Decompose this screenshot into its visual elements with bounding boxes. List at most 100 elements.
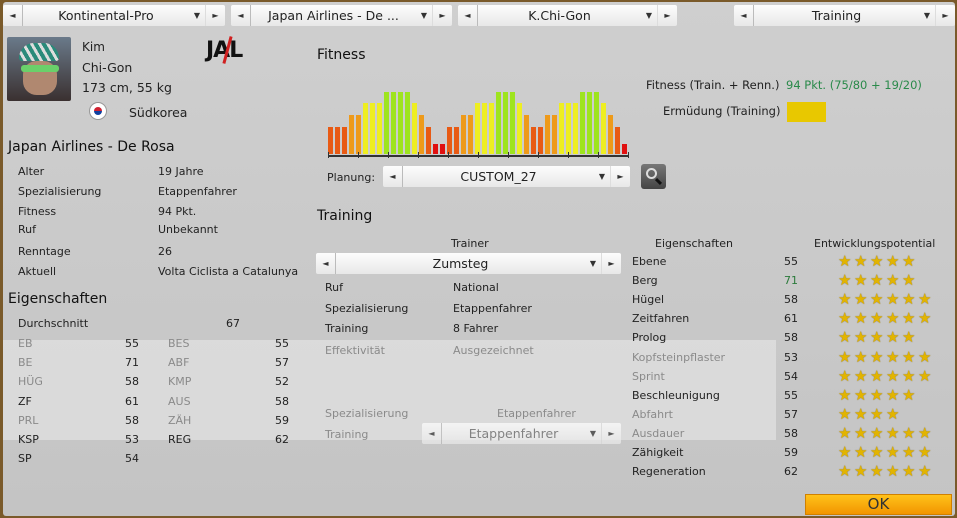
star-icon: ★ (902, 385, 916, 404)
fitness-bar (447, 127, 452, 154)
next-arrow-icon[interactable]: ► (610, 166, 630, 187)
attr-short-value: 71 (125, 356, 139, 370)
chevron-down-icon[interactable]: ▼ (416, 11, 432, 20)
attr-short-value: 57 (275, 356, 289, 370)
star-icon: ★ (838, 347, 852, 366)
next-arrow-icon[interactable]: ► (601, 423, 621, 444)
potential-stars: ★ ★ ★ ★ ★ (838, 273, 918, 288)
star-icon: ★ (854, 404, 868, 423)
star-icon: ★ (886, 309, 900, 328)
star-icon: ★ (838, 423, 852, 442)
fitness-bar (377, 103, 382, 154)
chevron-down-icon[interactable]: ▼ (919, 11, 935, 20)
next-arrow-icon[interactable]: ► (657, 5, 677, 26)
next-arrow-icon[interactable]: ► (205, 5, 225, 26)
attribute-name: Beschleunigung (632, 388, 720, 402)
fitness-bar (412, 103, 417, 154)
potential-stars: ★ ★ ★ ★ ★ (838, 385, 918, 404)
prev-arrow-icon[interactable]: ◄ (231, 5, 251, 26)
star-icon: ★ (902, 328, 916, 347)
chevron-down-icon[interactable]: ▼ (594, 172, 610, 181)
team-name: Japan Airlines - De Rosa (8, 139, 175, 155)
star-icon: ★ (870, 462, 884, 481)
trainer-select[interactable]: ◄ Zumsteg ▼ ► (316, 253, 621, 274)
next-arrow-icon[interactable]: ► (601, 253, 621, 274)
fitness-bar (482, 103, 487, 154)
top-selector-3[interactable]: ◄ Training ▼ ► (734, 5, 955, 26)
training-title: Training (317, 208, 373, 224)
star-icon: ★ (838, 443, 852, 461)
star-icon: ★ (854, 462, 868, 481)
attribute-name: Regeneration (632, 465, 706, 479)
star-icon: ★ (838, 366, 852, 385)
fitness-bar (510, 92, 515, 154)
top-selector-0[interactable]: ◄ Kontinental-Pro ▼ ► (3, 5, 225, 26)
trainer-info-label: Training (325, 322, 369, 335)
star-icon: ★ (870, 423, 884, 442)
attr-short-label: HÜG (18, 375, 43, 389)
chart-tick (508, 152, 509, 158)
star-icon: ★ (918, 290, 932, 309)
star-icon: ★ (902, 290, 916, 309)
training-type-select[interactable]: ◄ Etappenfahrer ▼ ► (422, 423, 621, 444)
star-icon: ★ (870, 347, 884, 366)
fitness-bar (489, 103, 494, 154)
fitness-bar (496, 92, 501, 154)
attribute-name: Kopfsteinpflaster (632, 350, 726, 364)
fitness-bar (384, 92, 389, 154)
star-icon: ★ (918, 366, 932, 385)
info-label: Spezialisierung (18, 185, 102, 198)
attr-short-label: BES (168, 337, 190, 350)
average-label: Durchschnitt (18, 317, 89, 330)
info-value: 19 Jahre (158, 165, 204, 178)
info-label: Renntage (18, 245, 71, 258)
trainer-info-value: Etappenfahrer (453, 302, 532, 315)
attribute-name: Prolog (632, 331, 667, 345)
prev-arrow-icon[interactable]: ◄ (3, 5, 23, 26)
planning-select[interactable]: ◄ CUSTOM_27 ▼ ► (383, 166, 630, 187)
spec-label: Spezialisierung (325, 407, 409, 420)
chevron-down-icon[interactable]: ▼ (585, 259, 601, 268)
attr-short-value: 54 (125, 452, 139, 466)
chevron-down-icon[interactable]: ▼ (585, 429, 601, 438)
fitness-bar (615, 127, 620, 154)
attr-short-label: EB (18, 337, 33, 350)
top-selector-1[interactable]: ◄ Japan Airlines - De ... ▼ ► (231, 5, 452, 26)
prev-arrow-icon[interactable]: ◄ (316, 253, 336, 274)
fitness-total-label: Fitness (Train. + Renn.) (646, 78, 780, 92)
info-value: Volta Ciclista a Catalunya (158, 265, 299, 278)
attribute-value: 58 (784, 293, 798, 307)
chevron-down-icon[interactable]: ▼ (641, 11, 657, 20)
top-selector-2[interactable]: ◄ K.Chi-Gon ▼ ► (458, 5, 677, 26)
chevron-down-icon[interactable]: ▼ (189, 11, 205, 20)
star-icon: ★ (902, 252, 916, 270)
fitness-bar (566, 103, 571, 154)
chart-tick (478, 152, 479, 158)
next-arrow-icon[interactable]: ► (935, 5, 955, 26)
rider-portrait (7, 37, 71, 101)
fitness-bar (328, 127, 333, 154)
ok-button[interactable]: OK (805, 494, 952, 515)
star-icon: ★ (886, 290, 900, 309)
fitness-bar (349, 115, 354, 154)
attribute-name: Abfahrt (632, 407, 673, 421)
fitness-title: Fitness (317, 47, 366, 63)
star-icon: ★ (886, 252, 900, 270)
prev-arrow-icon[interactable]: ◄ (383, 166, 403, 187)
chart-tick (358, 152, 359, 158)
attr-short-label: ABF (168, 356, 190, 370)
prev-arrow-icon[interactable]: ◄ (734, 5, 754, 26)
attr-short-label: ZF (18, 394, 32, 408)
planning-label: Planung: (327, 171, 376, 184)
chart-tick (568, 152, 569, 158)
attr-short-value: 58 (125, 413, 139, 427)
star-icon: ★ (838, 290, 852, 309)
zoom-out-button[interactable] (641, 164, 666, 189)
star-icon: ★ (902, 462, 916, 481)
prev-arrow-icon[interactable]: ◄ (458, 5, 478, 26)
prev-arrow-icon[interactable]: ◄ (422, 423, 442, 444)
fitness-bar (524, 115, 529, 154)
attr-short-value: 58 (125, 375, 139, 389)
next-arrow-icon[interactable]: ► (432, 5, 452, 26)
chart-tick (418, 152, 419, 158)
